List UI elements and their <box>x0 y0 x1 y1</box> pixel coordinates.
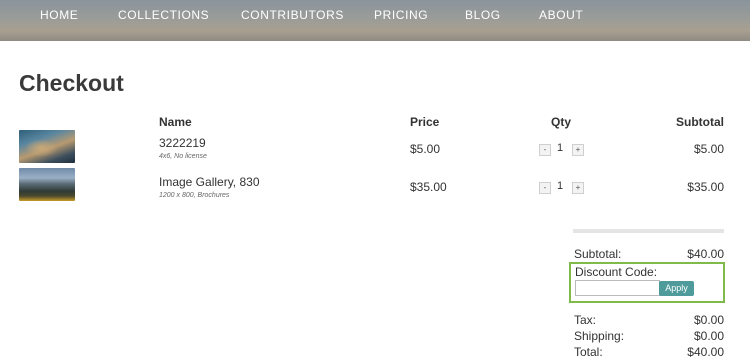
apply-discount-button[interactable]: Apply <box>659 281 694 296</box>
column-header-price: Price <box>410 115 440 129</box>
product-name: 3222219 <box>159 136 206 150</box>
summary-tax-value: $0.00 <box>693 313 724 327</box>
product-thumbnail[interactable] <box>19 130 75 163</box>
qty-increase-button[interactable]: + <box>572 182 584 194</box>
qty-value: 1 <box>557 180 564 192</box>
column-header-name: Name <box>159 115 192 129</box>
qty-decrease-button[interactable]: - <box>539 182 551 194</box>
discount-code-panel: Discount Code: Apply <box>569 262 725 303</box>
nav-contributors[interactable]: CONTRIBUTORS <box>241 8 344 22</box>
product-meta: 4x6, No license <box>159 153 207 160</box>
summary-divider <box>573 229 724 233</box>
discount-code-input[interactable] <box>575 280 660 296</box>
summary-total-label: Total: <box>574 345 603 359</box>
column-header-subtotal: Subtotal <box>676 115 724 129</box>
nav-pricing[interactable]: PRICING <box>374 8 428 22</box>
product-name: Image Gallery, 830 <box>159 175 260 189</box>
discount-code-label: Discount Code: <box>575 265 658 279</box>
summary-subtotal-label: Subtotal: <box>574 247 622 261</box>
qty-increase-button[interactable]: + <box>572 144 584 156</box>
summary-tax-label: Tax: <box>574 313 597 327</box>
summary-total-value: $40.00 <box>687 345 724 359</box>
product-thumbnail[interactable] <box>19 168 75 201</box>
nav-about[interactable]: ABOUT <box>539 8 583 22</box>
product-price: $35.00 <box>410 180 447 194</box>
column-header-qty: Qty <box>551 115 572 129</box>
qty-value: 1 <box>557 142 564 154</box>
top-nav-bar: HOME COLLECTIONS CONTRIBUTORS PRICING BL… <box>0 0 750 41</box>
nav-collections[interactable]: COLLECTIONS <box>118 8 209 22</box>
product-price: $5.00 <box>410 142 441 156</box>
summary-shipping-value: $0.00 <box>693 329 724 343</box>
row-subtotal: $35.00 <box>687 180 724 194</box>
page-title: Checkout <box>19 70 124 96</box>
row-subtotal: $5.00 <box>693 142 724 156</box>
nav-home[interactable]: HOME <box>40 8 78 22</box>
summary-shipping-label: Shipping: <box>574 329 625 343</box>
nav-blog[interactable]: BLOG <box>465 8 501 22</box>
qty-decrease-button[interactable]: - <box>539 144 551 156</box>
summary-subtotal-value: $40.00 <box>687 247 724 261</box>
product-meta: 1200 x 800, Brochures <box>159 192 230 199</box>
